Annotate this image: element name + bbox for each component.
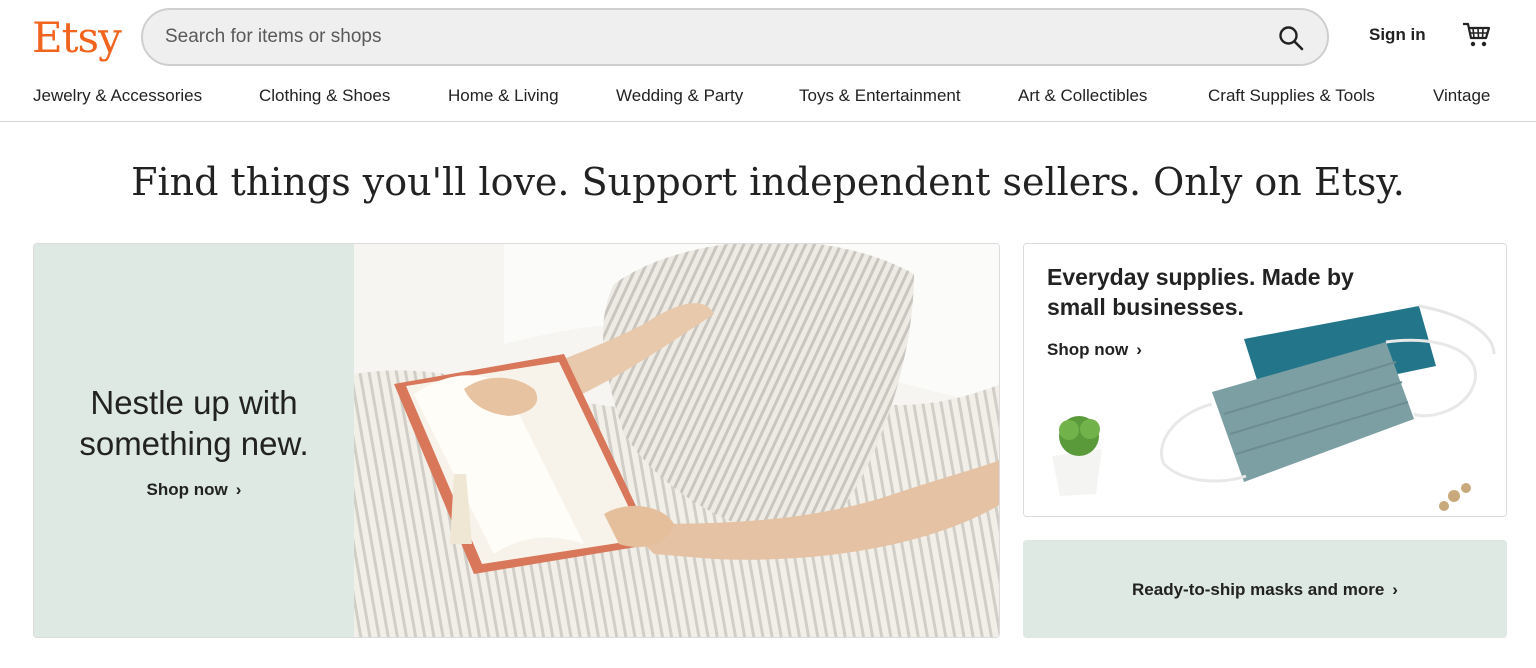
category-nav: Jewelry & Accessories Clothing & Shoes H… — [0, 74, 1536, 122]
hero-title: Nestle up with something new. — [79, 384, 309, 462]
cart-icon[interactable] — [1461, 20, 1493, 50]
nav-jewelry-accessories[interactable]: Jewelry & Accessories — [33, 86, 202, 106]
nav-toys-entertainment[interactable]: Toys & Entertainment — [799, 86, 961, 106]
ready-to-ship-masks-label: Ready-to-ship masks and more — [1132, 580, 1385, 599]
search-input[interactable] — [165, 26, 1245, 48]
promo-shop-now-link[interactable]: Shop now › — [1047, 340, 1142, 360]
nav-vintage[interactable]: Vintage — [1433, 86, 1490, 106]
hero-shop-now-label: Shop now — [146, 480, 228, 499]
hero-text-panel: Nestle up with something new. Shop now › — [34, 244, 354, 637]
search-bar — [141, 8, 1329, 66]
nav-craft-supplies-tools[interactable]: Craft Supplies & Tools — [1208, 86, 1375, 106]
page-headline: Find things you'll love. Support indepen… — [131, 160, 1405, 204]
chevron-right-icon: › — [1136, 340, 1142, 359]
chevron-right-icon: › — [235, 480, 242, 499]
ready-to-ship-masks-link[interactable]: Ready-to-ship masks and more › — [1023, 580, 1507, 600]
promo-card-ready-to-ship-masks[interactable]: Ready-to-ship masks and more › — [1023, 540, 1507, 638]
hero-image-reading-in-bed — [354, 244, 999, 637]
nav-wedding-party[interactable]: Wedding & Party — [616, 86, 743, 106]
search-icon[interactable] — [1277, 24, 1305, 52]
sign-in-link[interactable]: Sign in — [1369, 25, 1426, 45]
promo-card-everyday-supplies[interactable]: Everyday supplies. Made by small busines… — [1023, 243, 1507, 517]
nav-clothing-shoes[interactable]: Clothing & Shoes — [259, 86, 390, 106]
nav-home-living[interactable]: Home & Living — [448, 86, 559, 106]
hero-shop-now-link[interactable]: Shop now › — [34, 480, 354, 500]
chevron-right-icon: › — [1392, 580, 1398, 599]
hero-banner[interactable]: Nestle up with something new. Shop now › — [33, 243, 1000, 638]
promo-title-everyday-supplies: Everyday supplies. Made by small busines… — [1047, 264, 1354, 320]
promo-shop-now-label: Shop now — [1047, 340, 1129, 359]
nav-art-collectibles[interactable]: Art & Collectibles — [1018, 86, 1147, 106]
etsy-logo[interactable]: Etsy — [32, 10, 122, 66]
